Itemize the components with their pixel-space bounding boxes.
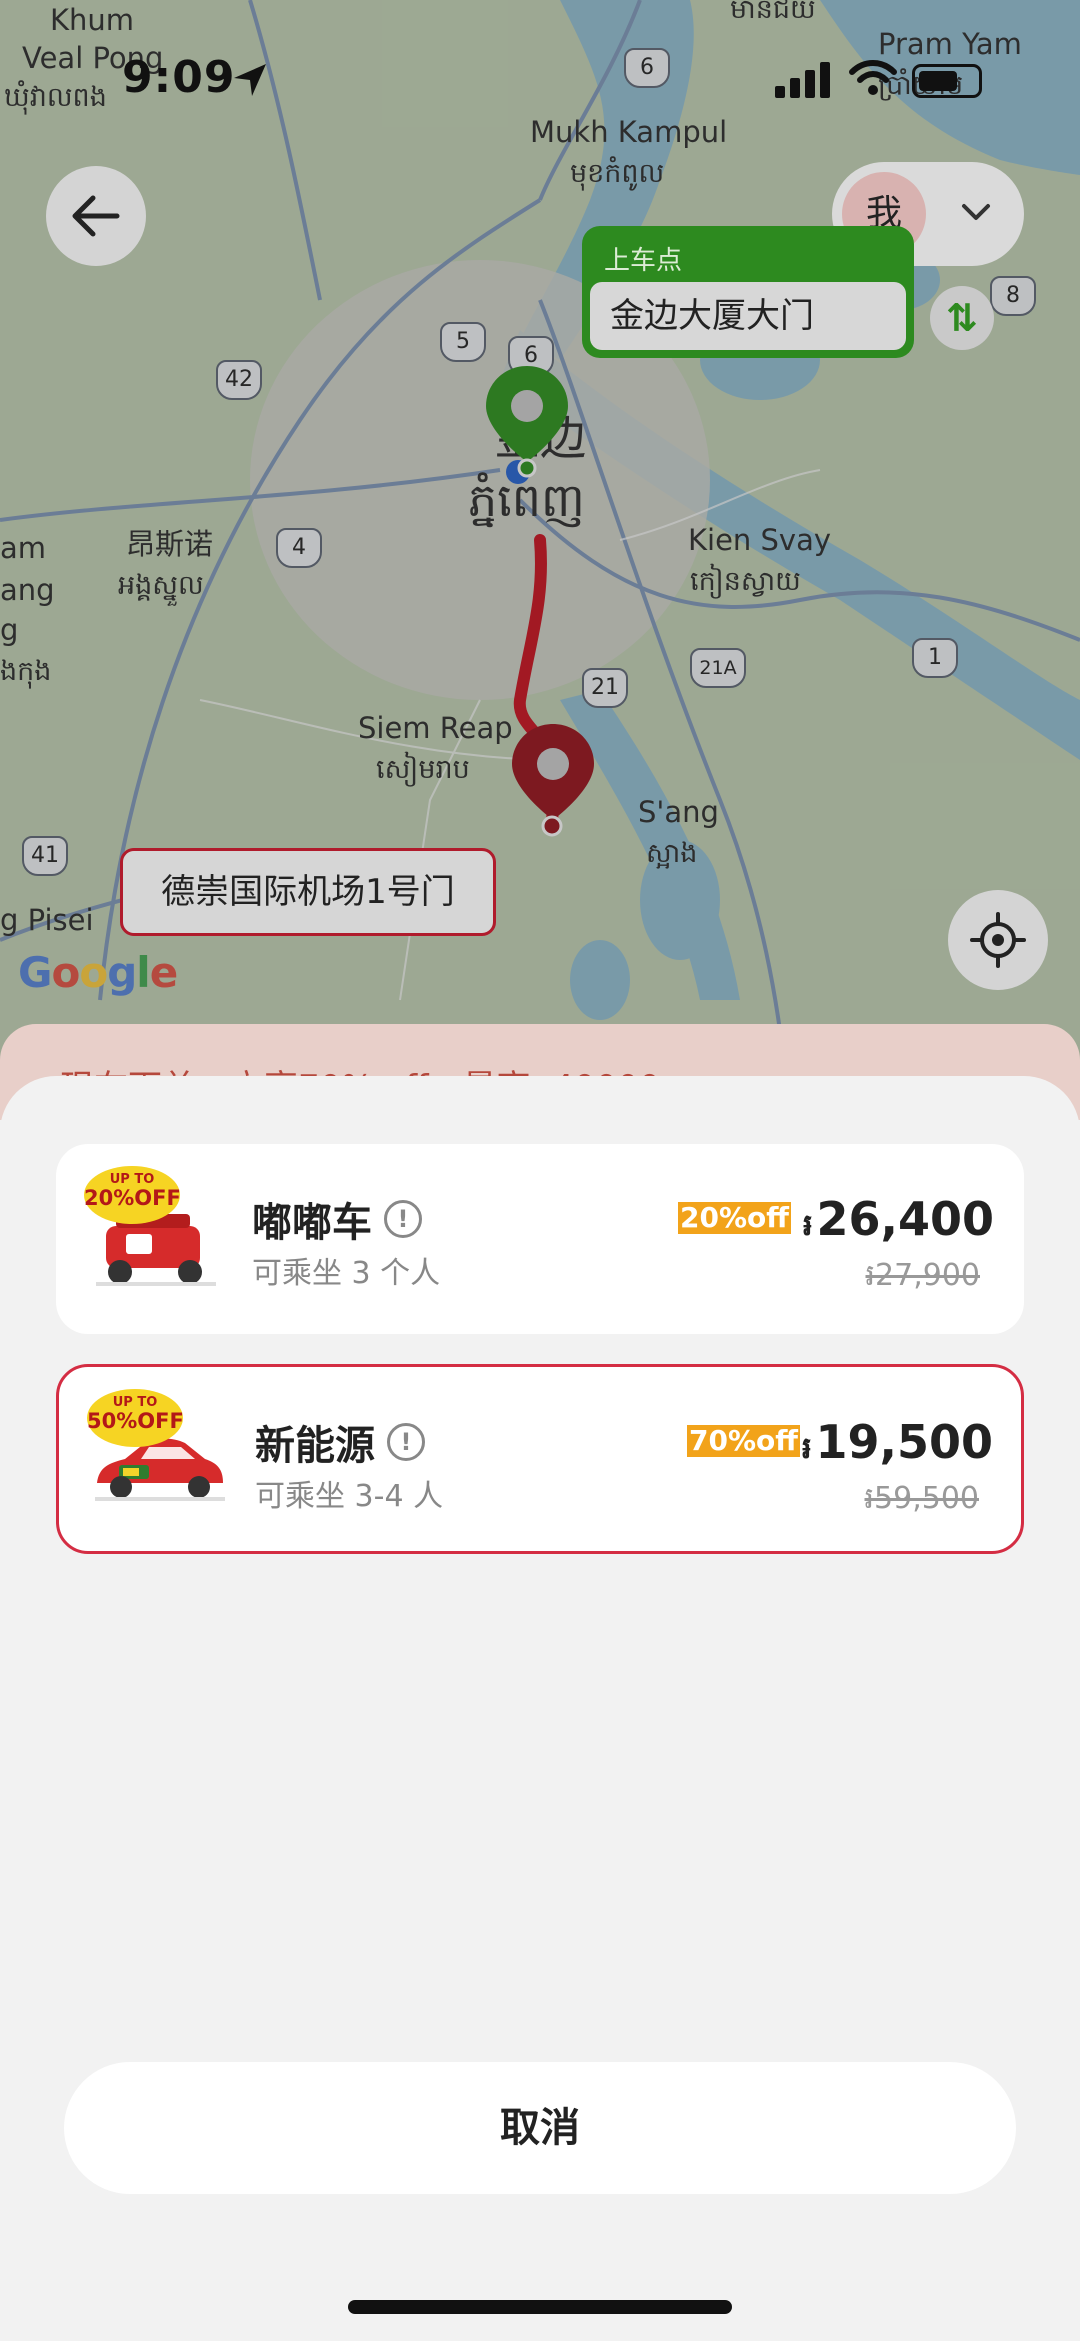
ride-price: ៛26,400 [802,1192,994,1246]
pickup-header: 上车点 [604,246,683,276]
google-logo: Google [18,948,178,997]
home-indicator [348,2300,732,2314]
map-view[interactable]: Khum Veal Pong ឃុំវាលពង មានជ័យ Pram Yam … [0,0,1080,1120]
ev-car-image: UP TO 50%OFF [87,1389,229,1527]
destination-tag[interactable]: 德崇国际机场1号门 [120,848,496,936]
status-time: 9:09 [122,52,236,103]
ride-price: ៛19,500 [801,1415,993,1469]
back-button[interactable] [46,166,146,266]
cancel-button[interactable]: 取消 [64,2062,1016,2194]
pickup-point-tag[interactable]: 上车点 金边大厦大门 [582,226,914,358]
ride-capacity: 可乘坐 3-4 人 [255,1479,444,1514]
ride-name: 新能源 ! [255,1413,425,1471]
wifi-icon [849,60,897,95]
discount-badge: 70%off [687,1424,800,1457]
cellular-signal-icon [775,62,830,98]
promo-badge: UP TO 20%OFF [84,1166,181,1224]
discount-badge: 20%off [678,1201,791,1234]
ride-option-new-energy[interactable]: UP TO 50%OFF 新能源 ! 可乘坐 3-4 人 70%off ៛19,… [56,1364,1024,1554]
location-arrow-icon [234,64,266,96]
original-price: ៛59,500 [864,1481,980,1516]
tuktuk-image: UP TO 20%OFF [84,1166,226,1304]
locate-button[interactable] [948,890,1048,990]
swap-icon[interactable]: ⇅ [930,286,994,350]
original-price: ៛27,900 [865,1258,981,1293]
arrow-left-icon [72,195,120,237]
promo-badge: UP TO 50%OFF [87,1389,184,1447]
crosshair-icon [970,912,1026,968]
chevron-down-icon [962,204,990,220]
ride-option-tuktuk[interactable]: UP TO 20%OFF 嘟嘟车 ! 可乘坐 3 个人 20%off ៛26,4… [56,1144,1024,1334]
info-icon[interactable]: ! [387,1423,425,1461]
status-bar: 9:09 [0,52,1080,112]
ride-capacity: 可乘坐 3 个人 [252,1256,441,1291]
pickup-place: 金边大厦大门 [590,282,906,350]
info-icon[interactable]: ! [384,1200,422,1238]
battery-icon [912,64,982,98]
ride-name: 嘟嘟车 ! [252,1190,422,1248]
